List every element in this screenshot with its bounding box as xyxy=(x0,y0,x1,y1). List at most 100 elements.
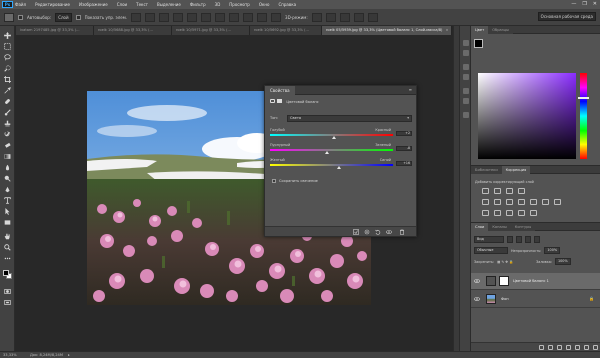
tone-dropdown[interactable]: Света ▾ xyxy=(287,115,412,122)
quick-mask-icon[interactable] xyxy=(4,288,11,295)
invert-icon[interactable] xyxy=(482,210,489,216)
menu-text[interactable]: Текст xyxy=(136,2,148,7)
maximize-button[interactable]: ❐ xyxy=(582,1,586,7)
scale-3d-icon[interactable] xyxy=(367,12,378,22)
foreground-color[interactable] xyxy=(474,39,483,48)
brush-tool-icon[interactable] xyxy=(4,109,11,116)
black-white-icon[interactable] xyxy=(518,199,525,205)
rectangle-tool-icon[interactable] xyxy=(4,219,11,226)
history-brush-tool-icon[interactable] xyxy=(4,131,11,138)
menu-image[interactable]: Изображение xyxy=(79,2,108,7)
hand-tool-icon[interactable] xyxy=(4,233,11,240)
layer-name[interactable]: Цветовой баланс 1 xyxy=(513,279,549,283)
more-tools-icon[interactable] xyxy=(4,255,11,262)
pen-tool-icon[interactable] xyxy=(4,186,11,193)
tab-document-2[interactable]: roelk 10/5688.jpg @ 33,3% (... xyxy=(94,26,172,35)
brush-panel-icon[interactable] xyxy=(463,88,469,94)
tab-swatches[interactable]: Образцы xyxy=(488,26,513,34)
visibility-eye-icon[interactable] xyxy=(474,296,480,302)
tab-document-3[interactable]: roelk 10/5971.jpg @ 33,3% (... xyxy=(172,26,250,35)
pan-3d-icon[interactable] xyxy=(339,12,350,22)
align-top-icon[interactable] xyxy=(131,12,142,22)
reset-adjustment-icon[interactable] xyxy=(375,229,381,235)
panel-menu-icon[interactable]: ≡ xyxy=(409,87,412,92)
history-panel-icon[interactable] xyxy=(463,40,469,46)
distribute-top-icon[interactable] xyxy=(215,12,226,22)
filter-pixel-icon[interactable] xyxy=(507,236,513,243)
color-swatches[interactable] xyxy=(3,270,13,280)
distribute-left-icon[interactable] xyxy=(257,12,268,22)
healing-brush-tool-icon[interactable] xyxy=(4,98,11,105)
gradient-map-icon[interactable] xyxy=(530,210,537,216)
channel-mixer-icon[interactable] xyxy=(542,199,549,205)
character-panel-icon[interactable] xyxy=(463,64,469,70)
eraser-tool-icon[interactable] xyxy=(4,142,11,149)
curves-icon[interactable] xyxy=(506,188,513,194)
layer-filter-dropdown[interactable]: Вид xyxy=(474,236,504,243)
layer-name[interactable]: Фон xyxy=(501,297,509,301)
lasso-tool-icon[interactable] xyxy=(4,54,11,61)
menu-layers[interactable]: Слои xyxy=(117,2,127,7)
color-field[interactable] xyxy=(478,73,576,159)
distribute-bottom-icon[interactable] xyxy=(243,12,254,22)
menu-window[interactable]: Окно xyxy=(259,2,270,7)
info-panel-icon[interactable] xyxy=(463,98,469,104)
status-arrow-icon[interactable]: ▸ xyxy=(68,352,70,358)
visibility-eye-icon[interactable] xyxy=(386,229,392,235)
visibility-eye-icon[interactable] xyxy=(474,278,480,284)
selective-color-icon[interactable] xyxy=(518,210,525,216)
new-layer-icon[interactable] xyxy=(584,345,589,350)
align-center-icon[interactable] xyxy=(187,12,198,22)
workspace-dropdown[interactable]: Основная рабочая среда xyxy=(537,12,596,21)
minimize-button[interactable]: — xyxy=(571,1,576,7)
fill-input[interactable]: 100% xyxy=(554,258,571,265)
autoselect-dropdown[interactable]: Слой xyxy=(55,12,72,22)
brightness-contrast-icon[interactable] xyxy=(482,188,489,194)
screen-mode-icon[interactable] xyxy=(4,299,11,306)
tab-adjustments[interactable]: Коррекция xyxy=(501,166,531,174)
new-adjustment-icon[interactable] xyxy=(566,345,571,350)
color-lookup-icon[interactable] xyxy=(554,199,561,205)
slider-value-input[interactable]: +16 xyxy=(396,161,412,166)
menu-file[interactable]: Файл xyxy=(15,2,26,7)
slider-thumb[interactable] xyxy=(331,136,336,139)
align-left-icon[interactable] xyxy=(173,12,184,22)
blur-tool-icon[interactable] xyxy=(4,164,11,171)
view-previous-state-icon[interactable] xyxy=(364,229,370,235)
preserve-luminosity-checkbox[interactable] xyxy=(272,179,276,183)
tab-color[interactable]: Цвет xyxy=(471,26,489,34)
delete-layer-icon[interactable] xyxy=(593,345,598,350)
roll-3d-icon[interactable] xyxy=(325,12,336,22)
distribute-middle-icon[interactable] xyxy=(229,12,240,22)
lock-icon[interactable]: 🔒 xyxy=(589,296,594,301)
slider-value-input[interactable]: -8 xyxy=(396,146,412,151)
posterize-icon[interactable] xyxy=(494,210,501,216)
tab-paths[interactable]: Контуры xyxy=(510,223,536,231)
layer-mask-icon[interactable] xyxy=(277,99,283,103)
slider-thumb[interactable] xyxy=(324,151,329,154)
photo-filter-icon[interactable] xyxy=(530,199,537,205)
filter-type-icon[interactable] xyxy=(525,236,531,243)
tab-layers[interactable]: Слои xyxy=(471,223,489,231)
tab-close-icon[interactable]: × xyxy=(445,28,448,32)
filter-adjustment-icon[interactable] xyxy=(516,236,522,243)
align-middle-icon[interactable] xyxy=(145,12,156,22)
tab-properties[interactable]: Свойства xyxy=(265,86,295,95)
layer-mask-thumbnail[interactable] xyxy=(499,276,509,286)
color-balance-adj-icon[interactable] xyxy=(506,199,513,205)
path-selection-tool-icon[interactable] xyxy=(4,208,11,215)
actions-panel-icon[interactable] xyxy=(463,50,469,56)
move-tool-icon[interactable] xyxy=(4,32,11,39)
layer-style-icon[interactable] xyxy=(548,345,553,350)
tab-channels[interactable]: Каналы xyxy=(488,223,511,231)
menu-view[interactable]: Просмотр xyxy=(229,2,250,7)
filter-shape-icon[interactable] xyxy=(534,236,540,243)
link-layers-icon[interactable] xyxy=(539,345,544,350)
gradient-tool-icon[interactable] xyxy=(4,153,11,160)
rotate-3d-icon[interactable] xyxy=(311,12,322,22)
marquee-tool-icon[interactable] xyxy=(4,43,11,50)
exposure-icon[interactable] xyxy=(518,188,525,194)
blend-mode-dropdown[interactable]: Обычные xyxy=(474,247,508,254)
eyedropper-tool-icon[interactable] xyxy=(4,87,11,94)
layer-row-color-balance[interactable]: Цветовой баланс 1 xyxy=(471,273,600,290)
